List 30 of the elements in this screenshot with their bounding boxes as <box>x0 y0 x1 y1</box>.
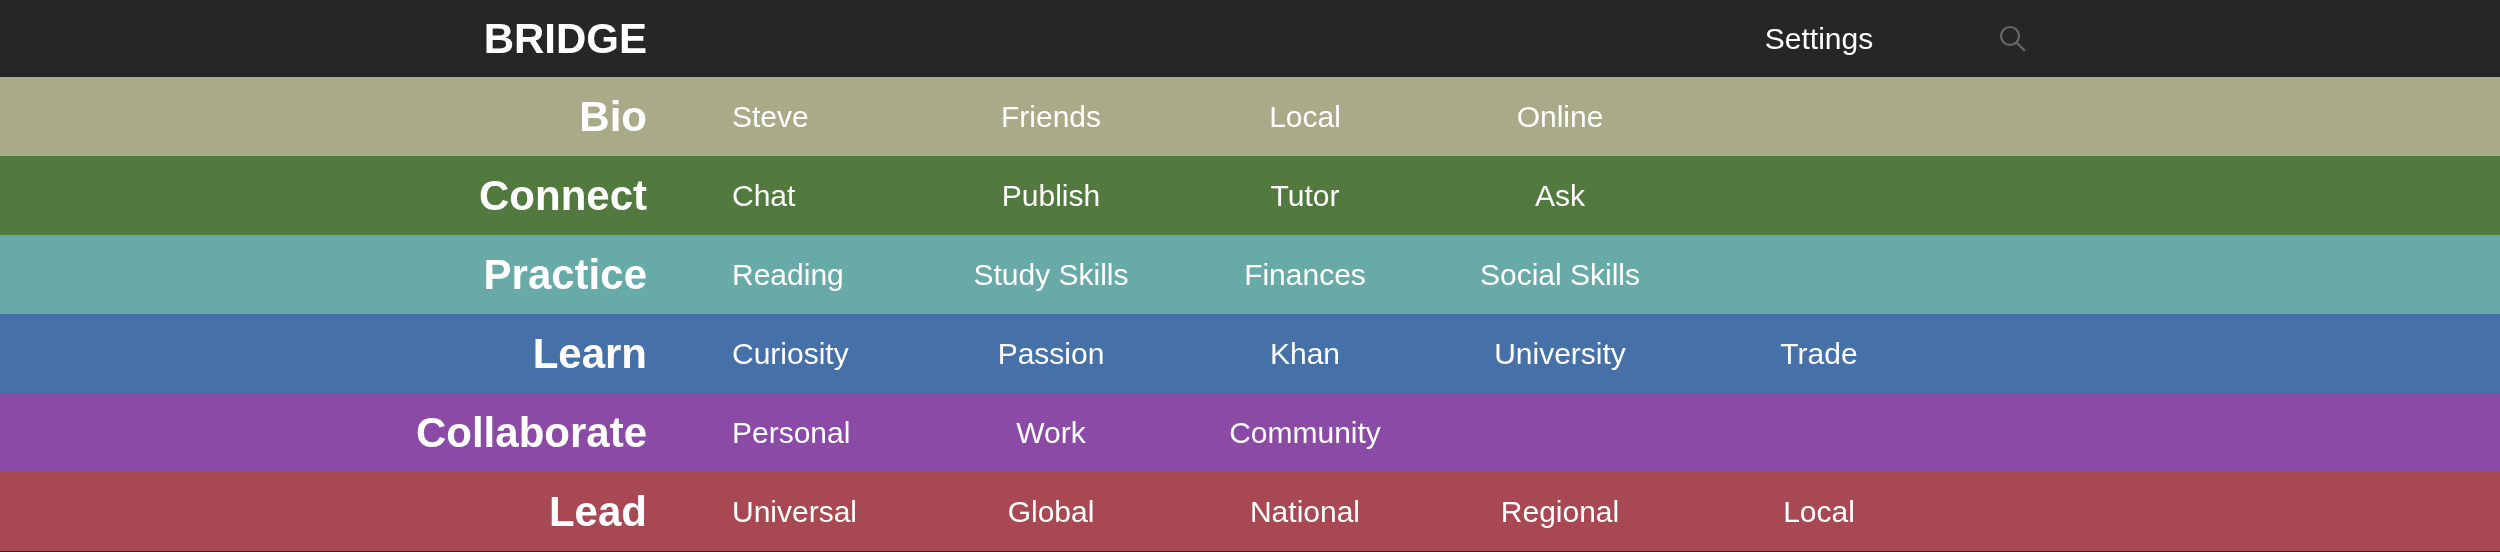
menu-link[interactable]: Chat <box>732 178 796 213</box>
menu-link[interactable]: Regional <box>1500 494 1620 529</box>
menu-link[interactable]: Curiosity <box>732 336 849 371</box>
app-title: BRIDGE <box>483 14 647 63</box>
section-label: Collaborate <box>415 408 647 457</box>
menu-link[interactable]: Tutor <box>1270 178 1340 213</box>
menu-link[interactable]: Personal <box>732 415 851 450</box>
section-label: Lead <box>548 487 647 536</box>
menu-link[interactable]: Ask <box>1535 178 1585 213</box>
menu-link[interactable]: Finances <box>1244 257 1366 292</box>
section-label: Practice <box>483 250 647 299</box>
section-label: Bio <box>579 92 647 141</box>
menu-link[interactable]: Local <box>1783 494 1855 529</box>
menu-link[interactable]: University <box>1494 336 1626 371</box>
section-label: Learn <box>532 329 647 378</box>
menu-link[interactable]: Work <box>1016 415 1086 450</box>
settings-link[interactable]: Settings <box>1764 21 1874 56</box>
menu-link[interactable]: Universal <box>732 494 858 529</box>
menu-link[interactable]: Global <box>1007 494 1095 529</box>
search-icon[interactable] <box>1998 23 2028 54</box>
section-label: Connect <box>479 171 647 220</box>
menu-link[interactable]: Publish <box>1001 178 1101 213</box>
menu-link[interactable]: Community <box>1229 415 1381 450</box>
menu-link[interactable]: Social Skills <box>1479 257 1641 292</box>
menu-link[interactable]: Study Skills <box>973 257 1129 292</box>
menu-link[interactable]: Passion <box>997 336 1105 371</box>
menu-link[interactable]: Khan <box>1269 336 1341 371</box>
menu-link[interactable]: Reading <box>732 257 844 292</box>
menu-link[interactable]: Trade <box>1780 336 1858 371</box>
menu-link[interactable]: National <box>1249 494 1361 529</box>
